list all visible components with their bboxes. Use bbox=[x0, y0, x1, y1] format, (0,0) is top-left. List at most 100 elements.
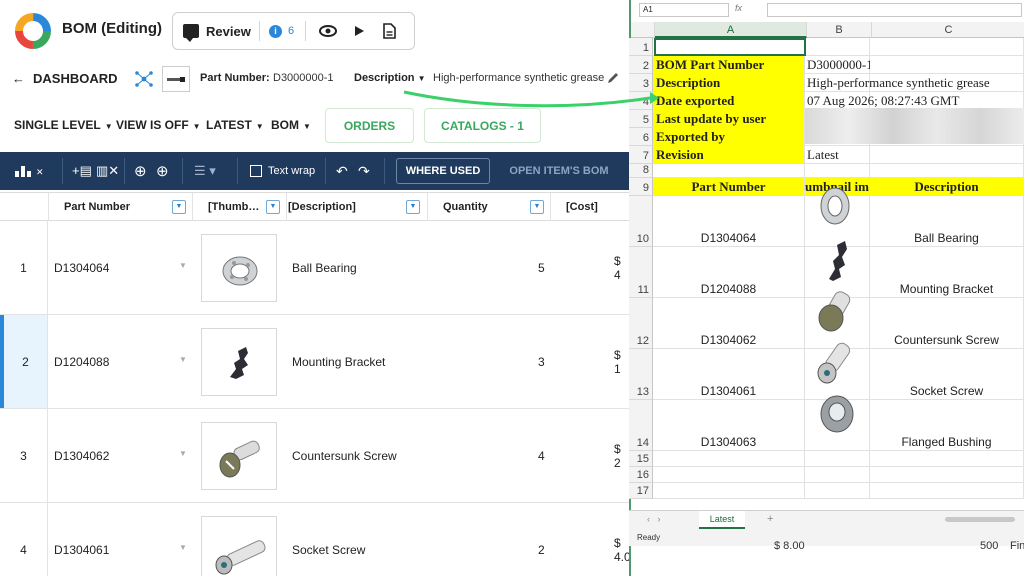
sheet-cell[interactable] bbox=[653, 483, 805, 499]
column-header-quantity[interactable]: Quantity bbox=[443, 193, 488, 221]
filter-icon[interactable]: ▼ bbox=[406, 200, 420, 214]
cost-cell[interactable]: $ 2 bbox=[614, 409, 630, 502]
meta-label-cell[interactable]: Last update by user bbox=[653, 110, 805, 128]
row-header[interactable]: 14 bbox=[629, 400, 653, 451]
meta-value-cell[interactable]: Latest bbox=[805, 146, 870, 164]
filter-icon[interactable]: ▼ bbox=[266, 200, 280, 214]
meta-label-cell[interactable]: Date exported bbox=[653, 92, 805, 110]
row-header[interactable]: 10 bbox=[629, 196, 653, 247]
meta-value-cell[interactable]: D3000000-1 bbox=[805, 56, 870, 74]
column-header-a[interactable]: A bbox=[655, 22, 807, 38]
description-cell[interactable]: Countersunk Screw bbox=[292, 409, 397, 502]
caret-down-icon[interactable]: ▼ bbox=[179, 355, 187, 364]
sheet-cell[interactable] bbox=[870, 56, 1024, 74]
add-row-icon[interactable]: +▤ bbox=[72, 152, 92, 190]
sheet-cell[interactable] bbox=[805, 38, 870, 56]
sheet-cell[interactable] bbox=[805, 451, 870, 467]
column-header-c[interactable]: C bbox=[872, 22, 1024, 38]
quantity-cell[interactable]: 4 bbox=[538, 409, 545, 502]
sheet-part-number-cell[interactable]: D1304061 bbox=[653, 349, 805, 400]
row-header[interactable]: 6 bbox=[629, 128, 653, 146]
back-to-dashboard-link[interactable]: ← DASHBOARD bbox=[12, 71, 118, 86]
single-level-dropdown[interactable]: SINGLE LEVEL ▼ bbox=[14, 118, 113, 132]
row-header[interactable]: 2 bbox=[629, 56, 653, 74]
row-header[interactable]: 11 bbox=[629, 247, 653, 298]
quantity-cell[interactable]: 5 bbox=[538, 221, 545, 314]
play-button[interactable] bbox=[353, 13, 365, 49]
caret-down-icon[interactable]: ▼ bbox=[179, 543, 187, 552]
formula-bar[interactable] bbox=[767, 3, 1022, 17]
sheet-cell[interactable] bbox=[870, 164, 1024, 178]
table-row[interactable]: 2 D1204088 ▼ Mounting Bracket 3 $ 1 bbox=[0, 315, 630, 409]
meta-label-cell[interactable]: Description bbox=[653, 74, 805, 92]
name-box[interactable]: A1 bbox=[639, 3, 729, 17]
sheet-cell[interactable] bbox=[870, 467, 1024, 483]
delete-row-icon[interactable]: ▥✕ bbox=[96, 152, 119, 190]
row-header[interactable]: 8 bbox=[629, 164, 653, 178]
part-number-cell[interactable]: D1204088 bbox=[54, 315, 109, 408]
quantity-cell[interactable]: 2 bbox=[538, 503, 545, 576]
sheet-description-cell[interactable]: Flanged Bushing bbox=[870, 400, 1024, 451]
sheet-cell[interactable] bbox=[653, 467, 805, 483]
meta-label-cell[interactable]: Revision bbox=[653, 146, 805, 164]
sheet-description-cell[interactable]: Socket Screw bbox=[870, 349, 1024, 400]
filter-icon[interactable]: ▼ bbox=[530, 200, 544, 214]
description-cell[interactable]: Ball Bearing bbox=[292, 221, 357, 314]
row-header[interactable]: 7 bbox=[629, 146, 653, 164]
open-items-bom-button[interactable]: OPEN ITEM'S BOM bbox=[502, 158, 616, 184]
meta-label-cell[interactable]: Exported by bbox=[653, 128, 805, 146]
sheet-part-number-cell[interactable]: D1304062 bbox=[653, 298, 805, 349]
view-dropdown[interactable]: VIEW IS OFF ▼ bbox=[116, 118, 201, 132]
part-number-cell[interactable]: D1304062 bbox=[54, 409, 109, 502]
table-row[interactable]: 3 D1304062 ▼ Countersunk Screw 4 $ 2 bbox=[0, 409, 630, 503]
caret-down-icon[interactable]: ▼ bbox=[179, 261, 187, 270]
edit-pencil-icon[interactable] bbox=[606, 71, 620, 85]
column-header-cost[interactable]: [Cost] bbox=[566, 193, 598, 221]
text-wrap-toggle[interactable]: Text wrap bbox=[250, 152, 315, 190]
sheet-cell[interactable] bbox=[805, 467, 870, 483]
align-icon[interactable]: ☰ ▾ bbox=[194, 152, 216, 190]
description-cell[interactable]: Socket Screw bbox=[292, 503, 365, 576]
sheet-description-cell[interactable]: Countersunk Screw bbox=[870, 298, 1024, 349]
table-row[interactable]: 1 D1304064 ▼ Ball Bearing 5 $ 4 bbox=[0, 221, 630, 315]
column-header-part-number[interactable]: Part Number bbox=[64, 193, 130, 221]
row-header[interactable]: 15 bbox=[629, 451, 653, 467]
sheet-part-number-cell[interactable]: D1304063 bbox=[653, 400, 805, 451]
view-button[interactable] bbox=[319, 13, 337, 49]
sheet-description-cell[interactable]: Mounting Bracket bbox=[870, 247, 1024, 298]
table-row[interactable]: 4 D1304061 ▼ Socket Screw 2 $ 4.00 bbox=[0, 503, 630, 576]
row-header[interactable]: 9 bbox=[629, 178, 653, 196]
document-button[interactable] bbox=[383, 13, 396, 49]
quantity-cell[interactable]: 3 bbox=[538, 315, 545, 408]
review-button[interactable]: Review bbox=[183, 13, 251, 49]
sheet-cell[interactable] bbox=[870, 38, 1024, 56]
redo-icon[interactable]: ↷ bbox=[358, 152, 370, 190]
column-header-description[interactable]: [Description] bbox=[288, 193, 356, 221]
filter-icon[interactable]: ▼ bbox=[172, 200, 186, 214]
sheet-cell[interactable] bbox=[805, 483, 870, 499]
sheet-header-description[interactable]: Description bbox=[870, 178, 1024, 196]
description-dropdown[interactable]: Description ▼ bbox=[354, 72, 426, 84]
part-number-cell[interactable]: D1304061 bbox=[54, 503, 109, 576]
cost-cell[interactable]: $ 4.00 bbox=[614, 503, 630, 576]
column-header-thumbnail[interactable]: [Thumb… bbox=[208, 193, 259, 221]
hierarchy-icon[interactable]: ✕ bbox=[14, 152, 48, 190]
cost-cell[interactable]: $ 4 bbox=[614, 221, 630, 314]
description-cell[interactable]: Mounting Bracket bbox=[292, 315, 385, 408]
row-header[interactable]: 17 bbox=[629, 483, 653, 499]
select-all-corner[interactable] bbox=[631, 22, 655, 38]
move-up-icon[interactable]: ⊕ bbox=[134, 152, 147, 190]
sheet-part-number-cell[interactable]: D1304064 bbox=[653, 196, 805, 247]
row-header[interactable]: 13 bbox=[629, 349, 653, 400]
caret-down-icon[interactable]: ▼ bbox=[179, 449, 187, 458]
move-down-icon[interactable]: ⊕ bbox=[156, 152, 169, 190]
row-header[interactable]: 16 bbox=[629, 467, 653, 483]
sheet-cell[interactable] bbox=[870, 451, 1024, 467]
column-header-b[interactable]: B bbox=[807, 22, 872, 38]
active-cell[interactable] bbox=[654, 38, 806, 56]
sheet-part-number-cell[interactable]: D1204088 bbox=[653, 247, 805, 298]
sheet-cell[interactable] bbox=[653, 164, 805, 178]
sheet-header-part-number[interactable]: Part Number bbox=[653, 178, 805, 196]
bom-dropdown[interactable]: BOM ▼ bbox=[271, 118, 311, 132]
sheet-cell[interactable] bbox=[870, 483, 1024, 499]
